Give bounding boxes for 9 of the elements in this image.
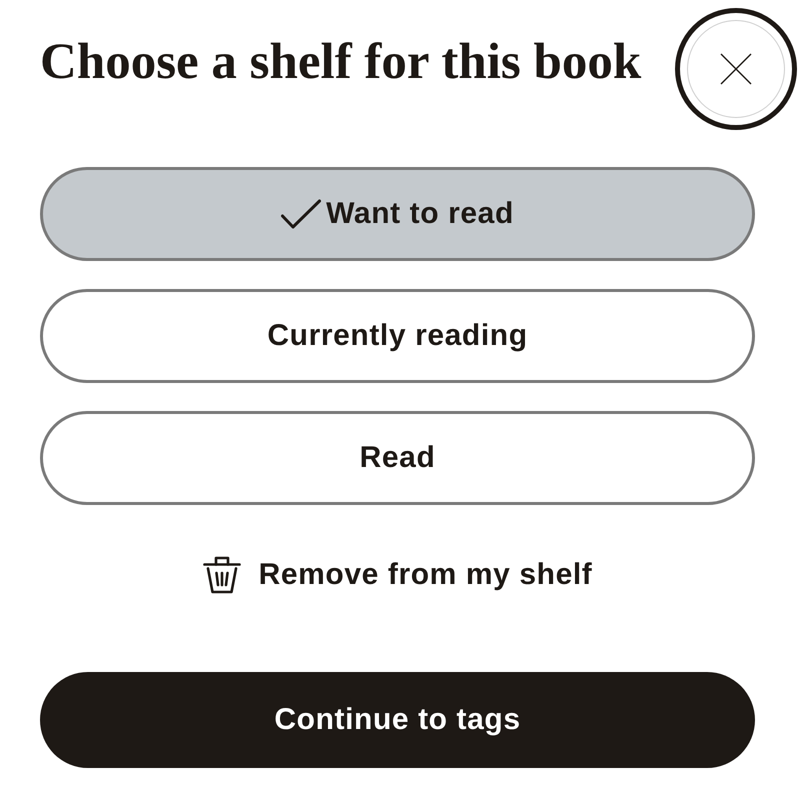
shelf-option[interactable]: Want to read xyxy=(40,167,755,261)
continue-button[interactable]: Continue to tags xyxy=(40,672,755,768)
shelf-option[interactable]: Read xyxy=(40,411,755,505)
remove-from-shelf-link[interactable]: Remove from my shelf xyxy=(202,555,592,595)
check-icon xyxy=(281,199,322,229)
close-icon xyxy=(720,53,752,85)
dialog-title: Choose a shelf for this book xyxy=(40,34,642,90)
shelf-option[interactable]: Currently reading xyxy=(40,289,755,383)
trash-icon xyxy=(202,555,241,595)
